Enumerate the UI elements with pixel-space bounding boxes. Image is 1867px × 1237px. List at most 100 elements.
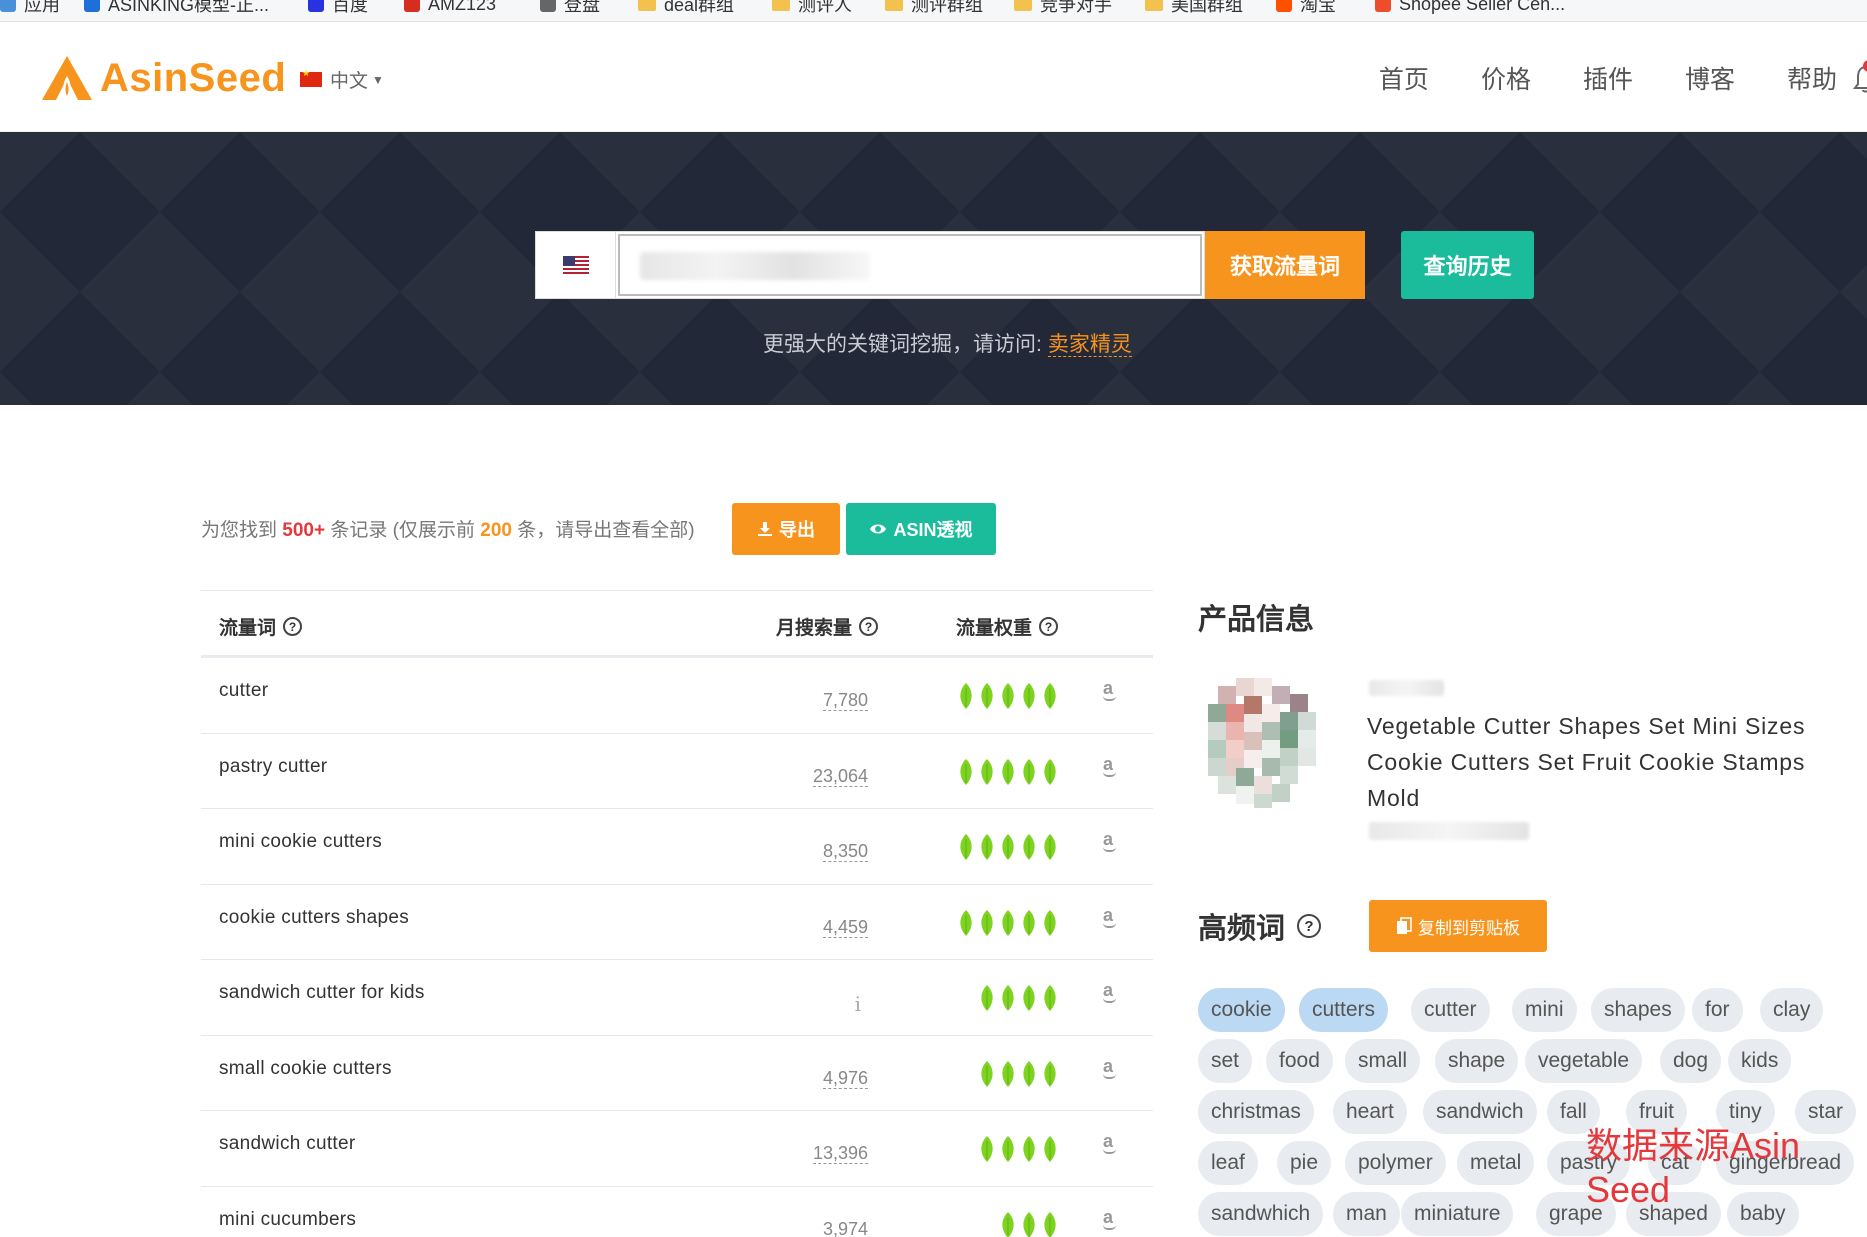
bookmark-item[interactable]: Shopee Seller Cen...: [1375, 0, 1565, 14]
keyword-tag[interactable]: man: [1333, 1192, 1400, 1236]
keyword-tag[interactable]: shapes: [1591, 988, 1685, 1032]
keyword-cell: cookie cutters shapes: [219, 906, 410, 928]
bookmark-item[interactable]: 百度: [308, 0, 368, 15]
leaf-icon: [1023, 683, 1035, 709]
bookmark-item[interactable]: 淘宝: [1276, 0, 1336, 15]
table-row: small cookie cutters 4,976 a: [201, 1036, 1153, 1111]
bookmark-item[interactable]: 竞争对手: [1014, 0, 1112, 15]
search-volume[interactable]: 4,459: [822, 917, 868, 938]
folder-icon: [1145, 0, 1163, 11]
bookmark-item[interactable]: 测评人: [772, 0, 852, 15]
product-thumbnail[interactable]: [1198, 668, 1325, 822]
help-icon[interactable]: ?: [283, 617, 303, 636]
table-header: 流量词 ? 月搜索量 ? 流量权重 ?: [201, 590, 1153, 658]
nav-help[interactable]: 帮助: [1787, 60, 1837, 96]
keyword-tag[interactable]: clay: [1760, 988, 1824, 1032]
download-icon: [758, 522, 772, 536]
bookmark-item[interactable]: 测评群组: [885, 0, 983, 15]
notification-bell-icon[interactable]: [1851, 60, 1867, 94]
info-icon[interactable]: i: [855, 992, 861, 1016]
amazon-search-icon[interactable]: a: [1102, 1207, 1117, 1230]
search-volume[interactable]: 23,064: [812, 766, 868, 787]
leaf-icon: [981, 683, 993, 709]
keyword-tag[interactable]: sandwich: [1423, 1090, 1537, 1134]
search-volume[interactable]: 4,976: [822, 1068, 868, 1089]
leaf-icon: [1044, 909, 1056, 936]
nav-plugin[interactable]: 插件: [1583, 60, 1633, 96]
search-volume[interactable]: 8,350: [822, 841, 868, 862]
seller-sprite-link[interactable]: 卖家精灵: [1047, 333, 1132, 357]
chevron-down-icon: ▼: [372, 72, 384, 87]
keyword-tag[interactable]: cutter: [1411, 988, 1490, 1032]
traffic-weight: [954, 833, 1059, 861]
table-body: cutter 7,780 a pastry cutter 23,064 a mini coo…: [201, 658, 1153, 1237]
keyword-tag[interactable]: cutters: [1299, 988, 1389, 1032]
keyword-tag[interactable]: sandwhich: [1198, 1192, 1324, 1236]
copy-to-clipboard-button[interactable]: 复制到剪贴板: [1369, 900, 1547, 952]
keyword-tag[interactable]: christmas: [1198, 1090, 1314, 1134]
bookmark-item[interactable]: ASINKING模型-正...: [84, 0, 269, 15]
bookmark-item[interactable]: 应用: [0, 0, 60, 15]
high-frequency-title: 高频词 ?: [1198, 905, 1322, 947]
asin-insight-button[interactable]: ASIN透视: [846, 503, 996, 555]
amazon-search-icon[interactable]: a: [1102, 754, 1117, 777]
keyword-tag[interactable]: polymer: [1345, 1141, 1446, 1185]
product-title[interactable]: Vegetable Cutter Shapes Set Mini Sizes C…: [1367, 708, 1847, 816]
high-frequency-label: 高频词: [1198, 913, 1286, 945]
leaf-icon: [1002, 834, 1014, 860]
logo[interactable]: AsinSeed: [40, 52, 286, 104]
bookmark-item[interactable]: AMZ123: [404, 0, 496, 14]
favicon-icon: [1276, 0, 1292, 12]
leaf-icon: [1023, 834, 1035, 860]
keyword-tag[interactable]: for: [1692, 988, 1743, 1032]
bookmark-label: 测评人: [798, 0, 852, 15]
product-info-title: 产品信息: [1198, 604, 1315, 636]
keyword-tag[interactable]: miniature: [1401, 1192, 1514, 1236]
bookmarks-bar: 应用 ASINKING模型-正... 百度 AMZ123 登盘 deal群组 测评人 测评群组…: [0, 0, 1867, 22]
keyword-tag[interactable]: dog: [1660, 1039, 1722, 1083]
amazon-search-icon[interactable]: a: [1102, 1131, 1117, 1154]
column-volume-label: 月搜索量: [776, 618, 853, 639]
amazon-search-icon[interactable]: a: [1102, 678, 1117, 701]
country-selector[interactable]: [536, 232, 616, 298]
help-icon[interactable]: ?: [1039, 617, 1059, 636]
traffic-weight: [975, 1135, 1059, 1163]
keyword-tag[interactable]: mini: [1512, 988, 1577, 1032]
keyword-tag[interactable]: food: [1266, 1039, 1333, 1083]
help-icon[interactable]: ?: [859, 617, 879, 636]
search-volume[interactable]: 3,974: [823, 1219, 868, 1237]
bookmark-item[interactable]: 美国群组: [1145, 0, 1243, 15]
nav-home[interactable]: 首页: [1379, 60, 1429, 96]
folder-icon: [638, 0, 656, 11]
amazon-search-icon[interactable]: a: [1102, 980, 1117, 1003]
search-volume[interactable]: 13,396: [812, 1143, 868, 1164]
keyword-tag[interactable]: set: [1198, 1039, 1253, 1083]
table-row: sandwich cutter 13,396 a: [201, 1111, 1153, 1187]
bookmark-item[interactable]: deal群组: [638, 0, 734, 15]
amazon-search-icon[interactable]: a: [1102, 829, 1117, 852]
seed-logo-icon: [42, 56, 92, 100]
help-icon[interactable]: ?: [1297, 914, 1322, 938]
query-history-button[interactable]: 查询历史: [1401, 231, 1534, 299]
keyword-tag[interactable]: small: [1345, 1039, 1421, 1083]
leaf-icon: [1002, 985, 1014, 1011]
keyword-tag[interactable]: vegetable: [1525, 1039, 1643, 1083]
export-button[interactable]: 导出: [732, 503, 840, 555]
search-volume[interactable]: 7,780: [822, 690, 868, 711]
language-selector[interactable]: 中文 ▼: [300, 66, 384, 93]
traffic-weight: [975, 984, 1059, 1012]
amazon-search-icon[interactable]: a: [1102, 1056, 1117, 1079]
nav-pricing[interactable]: 价格: [1481, 60, 1531, 96]
nav-blog[interactable]: 博客: [1685, 60, 1735, 96]
keyword-tag[interactable]: pie: [1277, 1141, 1332, 1185]
keyword-tag[interactable]: cookie: [1198, 988, 1285, 1032]
keyword-tag[interactable]: shape: [1435, 1039, 1519, 1083]
column-keyword-label: 流量词: [219, 618, 277, 639]
keyword-tag[interactable]: kids: [1728, 1039, 1792, 1083]
keyword-tag[interactable]: heart: [1333, 1090, 1407, 1134]
amazon-search-icon[interactable]: a: [1102, 905, 1117, 928]
bookmark-item[interactable]: 登盘: [540, 0, 600, 15]
get-keywords-button[interactable]: 获取流量词: [1205, 231, 1365, 299]
keyword-tag[interactable]: metal: [1457, 1141, 1535, 1185]
keyword-tag[interactable]: leaf: [1198, 1141, 1258, 1185]
